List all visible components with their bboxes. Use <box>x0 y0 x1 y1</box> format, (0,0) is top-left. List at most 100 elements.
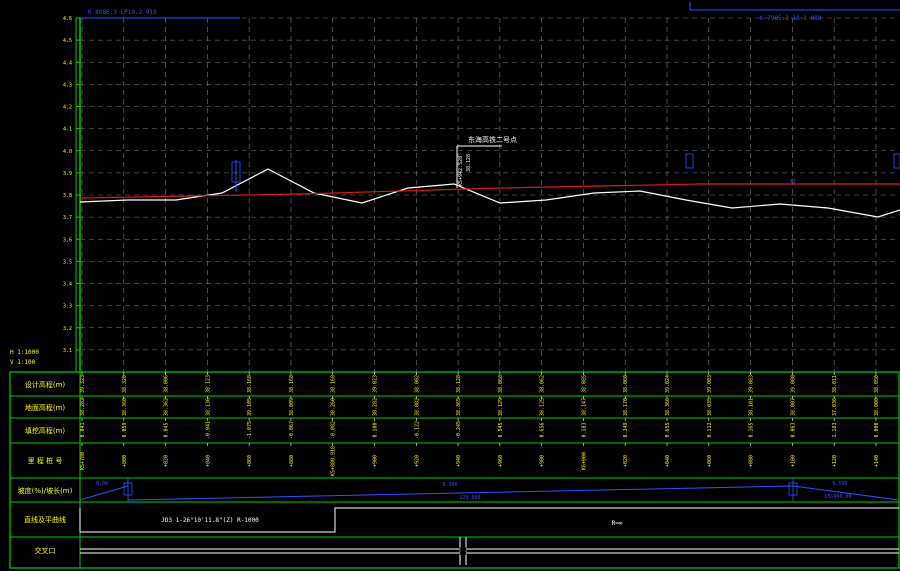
cell-stations: K5+880.918 <box>331 446 337 476</box>
row-label-intersection: 交叉口 <box>35 546 56 555</box>
cell-cut-fill: -0.245 <box>456 421 462 439</box>
cell-cut-fill: -0.122 <box>414 421 420 439</box>
cell-cut-fill: 0.112 <box>707 422 713 437</box>
cell-design-elev: 38.006 <box>164 375 170 393</box>
cell-stations: +920 <box>414 455 420 467</box>
cell-cut-fill: 0.165 <box>749 422 755 437</box>
y-tick-label: 4.3 <box>63 82 72 88</box>
benchmark-annotation[interactable]: 东海高铁二号点 K5+942.528 38.128 <box>456 135 517 188</box>
cell-ground-elev: 38.365 <box>456 398 462 416</box>
cell-cut-fill: -0.041 <box>205 421 211 439</box>
cell-ground-elev: 37.036 <box>832 398 838 416</box>
cell-cut-fill: -0.067 <box>289 421 295 439</box>
cell-ground-elev: 38.007 <box>790 398 796 416</box>
cell-design-elev: 38.128 <box>456 375 462 393</box>
cell-design-elev: 38.320 <box>122 375 128 393</box>
cell-ground-elev: 38.125 <box>540 398 546 416</box>
y-tick-label: 3.6 <box>63 237 72 243</box>
curve-r-label: R=∞ <box>612 520 623 527</box>
cell-stations: K5+780 <box>80 452 86 470</box>
y-tick-label: 4.4 <box>63 60 72 66</box>
cell-design-elev: 38.168 <box>247 375 253 393</box>
row-label-ground-elev: 地面高程(m) <box>25 403 66 412</box>
benchmark-label: 东海高铁二号点 <box>468 135 517 144</box>
cell-cut-fill: 0.349 <box>623 422 629 437</box>
cell-stations: +960 <box>498 455 504 467</box>
cell-ground-elev: 38.147 <box>581 398 587 416</box>
cell-design-elev: 38.123 <box>205 375 211 393</box>
cell-stations: K6+000 <box>581 452 587 470</box>
row-label-design-elev: 设计高程(m) <box>25 380 66 389</box>
benchmark-station: K5+942.528 <box>458 156 464 186</box>
cell-design-elev: 39.080 <box>790 375 796 393</box>
cell-cut-fill: 0.656 <box>540 422 546 437</box>
grade-right-length: K5+960.00 <box>824 494 851 500</box>
row-label-grade: 坡度(%)/坡长(m) <box>18 486 73 495</box>
cell-stations: +880 <box>289 455 295 467</box>
cell-design-elev: 38.062 <box>540 375 546 393</box>
y-axis-ticks: 4.6 4.5 4.4 4.3 4.2 4.1 4.0 3.9 3.8 3.7 3.6 3.5 3.4 3… <box>63 16 80 354</box>
curve-jd-label: JD3 1-26°10'11.8"(Z) R-1000 <box>161 517 259 524</box>
cell-ground-elev: 38.170 <box>623 398 629 416</box>
cell-stations: +840 <box>205 455 211 467</box>
curve-row: JD3 1-26°10'11.8"(Z) R-1000 R=∞ <box>79 507 899 533</box>
vertical-curve-marker-mid <box>685 153 694 169</box>
y-tick-label: 3.4 <box>63 282 72 288</box>
cell-ground-elev: 39.105 <box>247 398 253 416</box>
y-tick-label: 3.1 <box>63 348 72 354</box>
cell-stations: +820 <box>164 455 170 467</box>
cell-cut-fill: 1.183 <box>832 422 838 437</box>
cell-stations: +120 <box>832 455 838 467</box>
top-right-note: K 7905.3 18.1 088 <box>760 15 822 22</box>
cell-design-elev: 38.050 <box>874 375 880 393</box>
cell-ground-elev: 38.360 <box>122 398 128 416</box>
cell-design-elev: 38.068 <box>498 375 504 393</box>
table-cells: 39.323 38.282 0.041 K5+780 38.320 38.360 0.059… <box>80 372 880 476</box>
y-tick-label: 4.2 <box>63 105 72 111</box>
cell-ground-elev: 38.082 <box>414 398 420 416</box>
y-tick-label: 3.2 <box>63 326 72 332</box>
cell-cut-fill: 0.041 <box>80 422 86 437</box>
profile-drawing-canvas[interactable]: 4.6 4.5 4.4 4.3 4.2 4.1 4.0 3.9 3.8 3.7 3.6 3.5 3.4 3… <box>0 0 900 571</box>
cell-design-elev: 38.168 <box>289 375 295 393</box>
cell-stations: +900 <box>373 455 379 467</box>
cell-cut-fill: 0.063 <box>790 422 796 437</box>
cell-cut-fill: -1.075 <box>247 421 253 439</box>
cell-stations: +140 <box>874 455 880 467</box>
cell-stations: +060 <box>707 455 713 467</box>
table-row-labels: 设计高程(m) 地面高程(m) 填挖高程(m) 里 程 桩 号 坡度(%)/坡长… <box>18 380 73 555</box>
grade-mid-value: 0.300 <box>442 482 457 488</box>
cell-design-elev: 38.168 <box>331 375 337 393</box>
row-label-curve: 直线及平曲线 <box>24 515 66 524</box>
cell-stations: +940 <box>456 455 462 467</box>
ground-profile-line[interactable] <box>79 168 900 218</box>
cell-design-elev: 39.024 <box>665 375 671 393</box>
control-point-icon <box>790 178 796 184</box>
cell-design-elev: 38.002 <box>414 375 420 393</box>
cell-design-elev: 38.085 <box>581 375 587 393</box>
cell-cut-fill: 0.045 <box>164 422 170 437</box>
cell-ground-elev: 38.000 <box>874 398 880 416</box>
y-tick-label: 3.3 <box>63 304 72 310</box>
cell-ground-elev: 38.009 <box>289 398 295 416</box>
cell-stations: +020 <box>623 455 629 467</box>
row-label-cut-fill: 填挖高程(m) <box>25 426 66 435</box>
cell-ground-elev: 38.366 <box>665 398 671 416</box>
cell-cut-fill: 0.000 <box>874 422 880 437</box>
profile-grid <box>80 17 899 372</box>
vertical-scale-label: V 1:100 <box>10 359 36 366</box>
cell-design-elev: 38.011 <box>832 375 838 393</box>
cell-ground-elev: 38.282 <box>373 398 379 416</box>
grade-right-value: 0.500 <box>832 481 847 487</box>
benchmark-elevation: 38.128 <box>466 154 472 172</box>
y-tick-label: 3.8 <box>63 193 72 199</box>
design-profile-line[interactable] <box>79 183 900 199</box>
cell-cut-fill: 0.183 <box>581 422 587 437</box>
cell-design-elev: 39.003 <box>707 375 713 393</box>
cell-cut-fill: 0.545 <box>498 422 504 437</box>
cell-ground-elev: 38.362 <box>164 398 170 416</box>
intersection-icon <box>452 537 474 565</box>
cell-design-elev: 38.060 <box>623 375 629 393</box>
horizontal-scale-label: H 1:1000 <box>10 349 39 356</box>
cell-design-elev: 39.083 <box>749 375 755 393</box>
